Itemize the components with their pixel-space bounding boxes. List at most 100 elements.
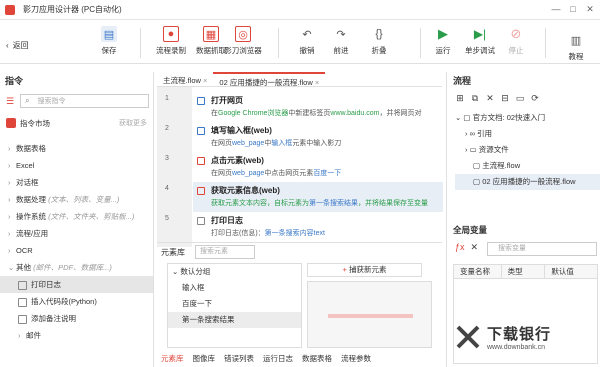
sort-icon[interactable]: ☰ xyxy=(6,96,14,107)
record-button[interactable]: ● 流程录制 xyxy=(150,24,192,62)
element-search-input[interactable]: 搜索元素 xyxy=(195,245,255,259)
element-item[interactable]: 第一条搜索结果 xyxy=(168,312,301,328)
close-tab-icon[interactable]: × xyxy=(315,78,319,87)
chevron-right-icon: › xyxy=(8,195,11,204)
tree-item-label: 插入代码段(Python) xyxy=(31,297,97,306)
step-desc-highlight: 第一条搜索内容text xyxy=(264,230,325,237)
folder-icon[interactable]: ▭ xyxy=(515,93,525,103)
chevron-right-icon: › xyxy=(465,129,468,138)
fold-button[interactable]: {} 折叠 xyxy=(358,24,400,62)
browser-button[interactable]: ◎ 影刀浏览器 xyxy=(222,24,264,62)
flow-step[interactable]: 点击元素(web) 在网页web_page中点击网页元素百度一下 xyxy=(193,152,443,182)
step-desc: 在网页web_page中输入框元素中输入影刀 xyxy=(211,138,441,148)
element-item[interactable]: 百度一下 xyxy=(168,296,301,312)
step-title: 获取元素信息(web) xyxy=(211,186,280,195)
tab-main-flow[interactable]: 主流程.flow × xyxy=(157,72,213,86)
tree-item-excel[interactable]: › Excel xyxy=(0,157,153,174)
flow-step[interactable]: 打开网页 在Google Chrome浏览器中新建标签页www.baidu.co… xyxy=(193,92,443,122)
tree-item-ocr[interactable]: › OCR xyxy=(0,242,153,259)
back-button[interactable]: ‹ 返回 xyxy=(6,40,29,51)
tree-item-print-log[interactable]: 打印日志 xyxy=(0,276,153,293)
element-item-label: 百度一下 xyxy=(182,299,212,308)
file-icon: ▢ xyxy=(473,177,481,186)
file-tree-item-selected[interactable]: ▢ 02 应用播捷的一般流程.flow xyxy=(455,174,600,190)
tab-flow-params[interactable]: 流程参数 xyxy=(341,353,371,364)
tree-item-insert-python[interactable]: 插入代码段(Python) xyxy=(0,293,153,310)
command-search-input[interactable]: ⌕ 搜索指令 xyxy=(20,94,149,108)
tab-error-list[interactable]: 错误列表 xyxy=(224,353,254,364)
chevron-right-icon: › xyxy=(8,144,11,153)
note-icon xyxy=(18,314,27,324)
browser-icon: ◎ xyxy=(235,26,251,42)
redo-button[interactable]: ↷ 前进 xyxy=(320,24,362,62)
tutorial-icon: ▥ xyxy=(570,34,582,47)
delete-variable-icon[interactable]: ✕ xyxy=(471,242,479,253)
code-icon xyxy=(18,297,27,307)
variable-search-input[interactable]: 搜索变量 xyxy=(487,242,597,256)
flow-step-selected[interactable]: 获取元素信息(web) 获取元素文本内容，自标元素为第一条搜索结果，并将结果保存… xyxy=(193,182,443,212)
command-panel-title: 指令 xyxy=(5,76,24,86)
flow-step[interactable]: 打印日志 打印日志(信息)：第一条搜索内容text xyxy=(193,212,443,242)
save-button[interactable]: ▤ 保存 xyxy=(88,24,130,62)
file-tree: ⌄ ▢ 官方文档: 02快速入门 › ∞ 引用 › ▭ 资源文件 ▢ 主流程.f… xyxy=(447,110,600,190)
print-icon xyxy=(197,217,205,225)
close-icon[interactable]: ✕ xyxy=(584,3,596,15)
tutorial-button[interactable]: ▥ 教程 xyxy=(555,30,597,68)
file-tree-root[interactable]: ⌄ ▢ 官方文档: 02快速入门 xyxy=(455,110,600,126)
flow-step[interactable]: 填写输入框(web) 在网页web_page中输入框元素中输入影刀 xyxy=(193,122,443,152)
tree-item-data-processing[interactable]: › 数据处理 (文本、列表、变量...) xyxy=(0,191,153,208)
tab-image-lib[interactable]: 图像库 xyxy=(193,353,216,364)
tree-item-label: 对话框 xyxy=(16,178,39,187)
minimize-icon[interactable]: — xyxy=(550,3,562,15)
file-tree-item[interactable]: › ▭ 资源文件 xyxy=(455,142,600,158)
add-variable-icon[interactable]: ƒx xyxy=(455,242,465,253)
maximize-icon[interactable]: □ xyxy=(567,3,579,15)
tree-item-sub: (文件、文件夹、剪贴板...) xyxy=(48,212,135,221)
stop-button[interactable]: ⊘ 停止 xyxy=(495,24,537,62)
step-desc-highlight: web_page xyxy=(232,140,265,147)
step-desc-text: 中点击网页元素 xyxy=(264,170,314,177)
tab-datatable[interactable]: 数据表格 xyxy=(302,353,332,364)
refresh-icon[interactable]: ⟳ xyxy=(530,93,540,103)
copy-icon[interactable]: ⧉ xyxy=(470,93,480,103)
print-icon xyxy=(18,280,27,290)
element-preview xyxy=(307,281,432,348)
step-title: 点击元素(web) xyxy=(211,156,264,165)
delete-icon[interactable]: ✕ xyxy=(485,93,495,103)
line-number-gutter: 1 2 3 4 5 xyxy=(157,87,192,247)
capture-element-button[interactable]: + 捕获新元素 xyxy=(307,263,422,277)
element-group[interactable]: ⌄ 数认分组 xyxy=(168,264,301,280)
step-desc-highlight: 第一条搜索结果 xyxy=(309,200,358,207)
step-desc-text: 获取元素文本内容，自标元素为 xyxy=(211,200,309,207)
tree-item-add-note[interactable]: 添加备注说明 xyxy=(0,310,153,327)
step-desc-highlight: Google Chrome浏览器 xyxy=(218,110,289,117)
chevron-right-icon: › xyxy=(465,145,468,154)
market-more-link[interactable]: 获取更多 xyxy=(119,118,147,128)
file-tree-item[interactable]: ▢ 主流程.flow xyxy=(455,158,600,174)
element-item[interactable]: 输入框 xyxy=(168,280,301,296)
step-desc: 在Google Chrome浏览器中新建标签页www.baidu.com，并将网… xyxy=(211,108,441,118)
command-market-link[interactable]: 指令市场 获取更多 xyxy=(6,116,147,130)
back-label: 返回 xyxy=(12,41,29,50)
editor-tabs: 主流程.flow × 02 应用播捷的一般流程.flow × xyxy=(157,72,442,87)
tab-run-log[interactable]: 运行日志 xyxy=(263,353,293,364)
record-label: 流程录制 xyxy=(156,46,186,55)
tab-element-lib[interactable]: 元素库 xyxy=(161,353,184,364)
import-icon[interactable]: ⊟ xyxy=(500,93,510,103)
tree-item-datatable[interactable]: › 数据表格 xyxy=(0,140,153,157)
add-flow-icon[interactable]: ⊞ xyxy=(455,93,465,103)
folder-icon: ▭ xyxy=(469,145,477,154)
watermark: 下载银行 www.downbank.cn xyxy=(455,323,551,351)
tree-item-other[interactable]: ⌄ 其他 (邮件、PDF、数据库...) xyxy=(0,259,153,276)
market-label: 指令市场 xyxy=(20,118,50,128)
tree-item-os[interactable]: › 操作系统 (文件、文件夹、剪贴板...) xyxy=(0,208,153,225)
step-desc-highlight: 输入框 xyxy=(271,140,293,147)
tree-item-dialog[interactable]: › 对话框 xyxy=(0,174,153,191)
close-tab-icon[interactable]: × xyxy=(203,76,207,85)
file-tree-item[interactable]: › ∞ 引用 xyxy=(455,126,600,142)
run-button[interactable]: ▶ 运行 xyxy=(422,24,464,62)
click-icon xyxy=(197,157,205,165)
tab-general-flow[interactable]: 02 应用播捷的一般流程.flow × xyxy=(213,72,326,87)
tree-item-flow-app[interactable]: › 流程/应用 xyxy=(0,225,153,242)
tree-item-mail[interactable]: › 邮件 xyxy=(0,327,153,344)
